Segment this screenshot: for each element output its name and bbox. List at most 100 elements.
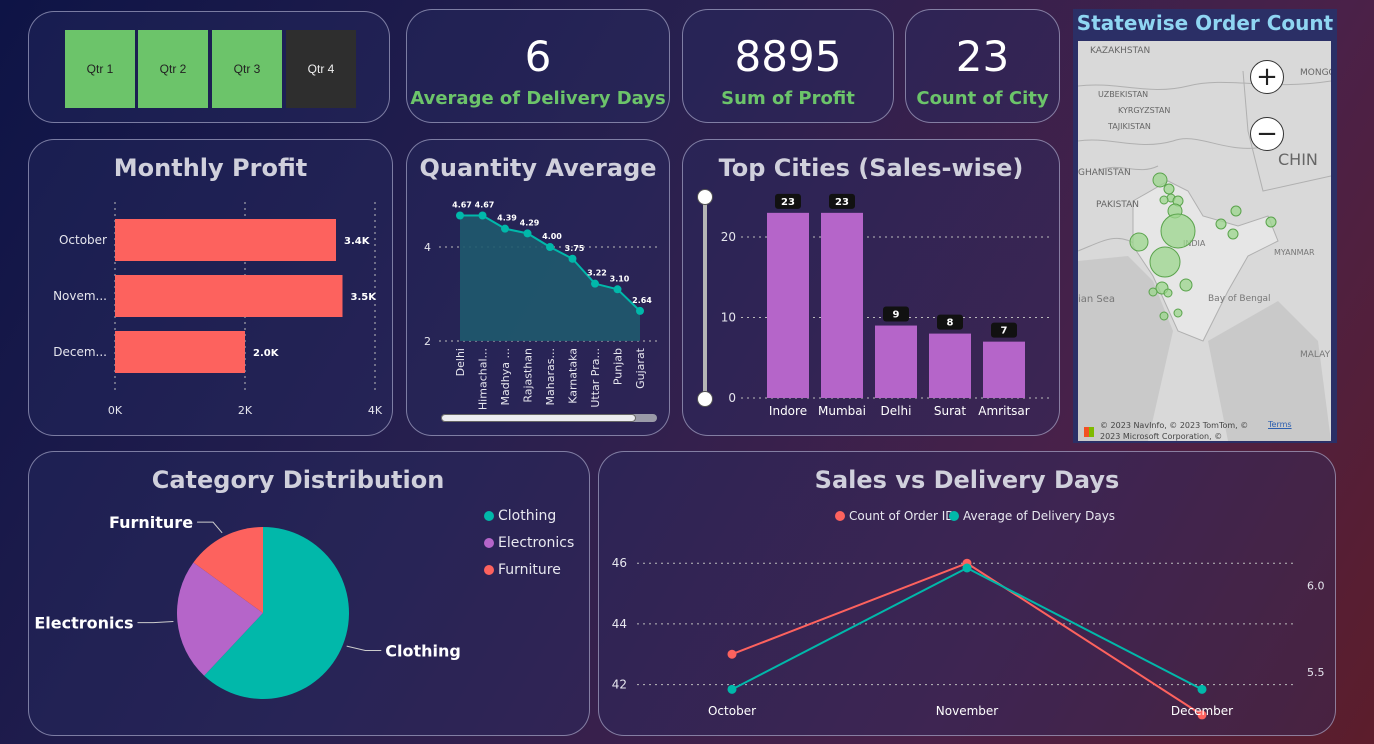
legend-item-electronics[interactable]: Electronics: [484, 535, 574, 551]
map-attribution: © 2023 NavInfo, © 2023 TomTom, © 2023 Mi…: [1100, 420, 1260, 441]
qty-x-tick: Karnataka: [567, 348, 580, 404]
slicer-qtr4-button[interactable]: Qtr 4: [286, 30, 356, 108]
kpi-city-card: 23 Count of City: [905, 9, 1060, 123]
qty-data-label: 3.75: [565, 244, 585, 253]
zoom-in-button[interactable]: +: [1250, 60, 1284, 94]
qty-y-tick: 4: [424, 241, 431, 254]
map-svg: KAZAKHSTAN MONGO UZBEKISTAN KYRGYZSTAN T…: [1078, 46, 1331, 441]
quantity-average-chart: 2 4 4.67 Delhi 4.67 Himachal... 4.39 Madhya ...…: [424, 201, 657, 410]
map-label-kazakhstan: KAZAKHSTAN: [1090, 46, 1150, 56]
line-point: [962, 563, 972, 573]
map-label-pakistan: PAKISTAN: [1096, 200, 1139, 210]
slicer-qtr3-button[interactable]: Qtr 3: [212, 30, 282, 108]
qty-data-label: 4.67: [452, 201, 472, 210]
cities-y-tick: 0: [728, 391, 736, 405]
statewise-map-panel: Statewise Order Count KAZAKHSTAN MONGO U…: [1073, 9, 1337, 443]
profit-data-label: 2.0K: [253, 348, 280, 359]
legend-label-clothing: Clothing: [498, 508, 557, 524]
qty-point: [456, 211, 464, 220]
map-view[interactable]: KAZAKHSTAN MONGO UZBEKISTAN KYRGYZSTAN T…: [1078, 41, 1331, 441]
cities-y-tick: 20: [721, 230, 736, 244]
horizontal-scrollbar[interactable]: [441, 414, 657, 422]
kpi-city-value: 23: [955, 32, 1010, 81]
map-label-malaysia: MALAY: [1300, 350, 1331, 360]
profit-category-label: Decem...: [53, 345, 107, 359]
category-distribution-card: Category Distribution Clothing Electronic…: [28, 451, 590, 736]
cities-x-tick: Mumbai: [818, 404, 866, 418]
zoom-out-button[interactable]: −: [1250, 117, 1284, 151]
map-label-kyrgyzstan: KYRGYZSTAN: [1118, 106, 1170, 115]
line-x-tick: November: [936, 704, 998, 718]
map-label-uzbekistan: UZBEKISTAN: [1098, 90, 1148, 99]
cities-data-label: 9: [893, 310, 900, 321]
profit-data-label: 3.4K: [344, 236, 371, 247]
slicer-qtr1-button[interactable]: Qtr 1: [65, 30, 135, 108]
pie-leader-line: [346, 645, 382, 652]
legend-item-clothing[interactable]: Clothing: [484, 508, 556, 524]
line-y-left-tick: 42: [612, 678, 627, 692]
line-point: [1197, 684, 1207, 694]
profit-x-tick: 4K: [368, 404, 383, 417]
qty-x-tick: Punjab: [612, 348, 625, 385]
qty-x-tick: Rajasthan: [522, 348, 535, 403]
map-label-bay-of-bengal: Bay of Bengal: [1208, 294, 1271, 304]
profit-x-tick: 0K: [108, 404, 123, 417]
profit-data-label: 3.5K: [351, 292, 378, 303]
range-slider-bottom-handle[interactable]: [697, 391, 713, 407]
legend-dot-electronics: [484, 538, 494, 548]
qty-x-tick: Gujarat: [634, 347, 647, 389]
legend-label-furniture: Furniture: [498, 562, 561, 578]
quarter-slicer-card: Qtr 1 Qtr 2 Qtr 3 Qtr 4: [28, 11, 390, 123]
profit-bar: [115, 331, 245, 373]
line-point: [727, 649, 737, 659]
line-y-left-tick: 46: [612, 556, 627, 570]
qty-point: [478, 211, 487, 220]
qty-x-tick: Delhi: [454, 348, 467, 376]
profit-x-tick: 2K: [238, 404, 253, 417]
kpi-delivery-value: 6: [524, 32, 552, 81]
cities-data-label: 7: [1001, 326, 1008, 337]
cities-data-label: 8: [947, 318, 954, 329]
cities-bar: [983, 341, 1025, 398]
profit-category-label: Novem...: [53, 289, 107, 303]
legend-dot-clothing: [484, 511, 494, 521]
pie-leader-line: [137, 620, 174, 624]
top-cities-card: Top Cities (Sales-wise) 0 10 20 23 Indore 23 M…: [682, 139, 1060, 436]
range-slider-top-handle[interactable]: [697, 189, 713, 205]
line-y-right-tick: 6.0: [1307, 579, 1325, 592]
cities-data-label: 23: [781, 197, 795, 208]
slicer-qtr2-button[interactable]: Qtr 2: [138, 30, 208, 108]
pie-data-label: Electronics: [34, 614, 133, 633]
qty-point: [636, 306, 644, 315]
legend-label-electronics: Electronics: [498, 535, 575, 551]
legend-item-furniture[interactable]: Furniture: [484, 562, 561, 578]
qty-data-label: 4.39: [497, 214, 517, 223]
kpi-delivery-card: 6 Average of Delivery Days: [406, 9, 670, 123]
map-label-mongolia: MONGO: [1300, 68, 1331, 78]
profit-bar: [115, 275, 343, 317]
scrollbar-thumb[interactable]: [441, 414, 636, 422]
qty-x-tick: Maharas...: [544, 348, 557, 405]
qty-point: [523, 229, 532, 238]
map-terms-link[interactable]: Terms: [1268, 420, 1292, 429]
line-point: [727, 684, 737, 694]
range-slider-track[interactable]: [703, 196, 707, 400]
cities-x-tick: Delhi: [881, 404, 912, 418]
qty-data-label: 3.10: [610, 274, 630, 283]
map-label-china: CHIN: [1278, 150, 1318, 169]
cities-bar: [875, 325, 917, 398]
qty-data-label: 3.22: [587, 269, 607, 278]
cities-y-tick: 10: [721, 311, 736, 325]
qty-data-label: 2.64: [632, 296, 652, 305]
qty-x-tick: Madhya ...: [499, 348, 512, 405]
line-y-left-tick: 44: [612, 617, 627, 631]
legend-dot-furniture: [484, 565, 494, 575]
qty-data-label: 4.67: [475, 201, 495, 210]
kpi-profit-value: 8895: [734, 32, 842, 81]
cities-x-tick: Surat: [934, 404, 967, 418]
map-label-arabian-sea: ian Sea: [1078, 294, 1115, 305]
qty-point: [591, 279, 599, 288]
kpi-profit-card: 8895 Sum of Profit: [682, 9, 894, 123]
cities-bar: [767, 212, 809, 398]
qty-point: [546, 243, 554, 251]
